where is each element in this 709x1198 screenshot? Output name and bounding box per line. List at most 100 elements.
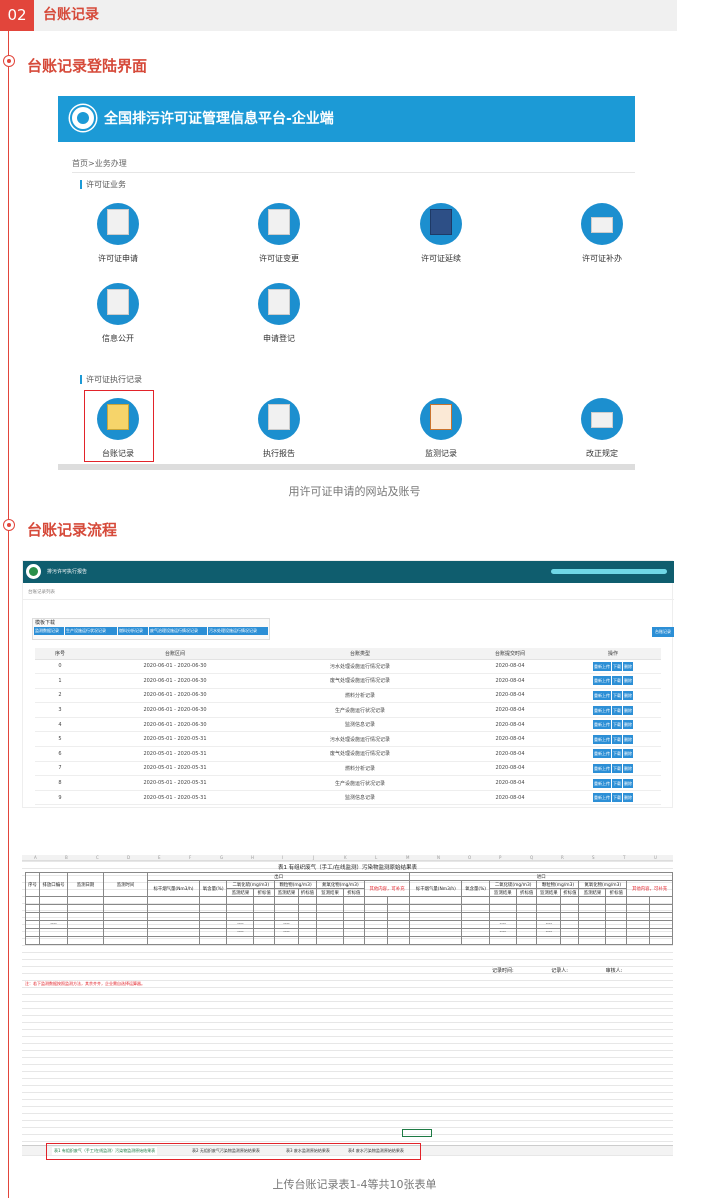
sheet-cell[interactable]: [198, 904, 228, 913]
license-change-icon[interactable]: [258, 203, 300, 245]
info-public-label[interactable]: 信息公开: [78, 333, 158, 344]
sheet-cell[interactable]: [578, 936, 607, 945]
op-button[interactable]: 重新上传: [593, 763, 611, 773]
sheet-cell[interactable]: [253, 912, 276, 921]
sheet-cell[interactable]: [409, 920, 463, 929]
op-button[interactable]: 删除: [623, 793, 633, 803]
sheet-cell[interactable]: [461, 936, 490, 945]
sheet-cell[interactable]: [198, 936, 228, 945]
sheet-cell[interactable]: [409, 928, 463, 937]
sheet-cell[interactable]: [316, 936, 345, 945]
sheet-cell[interactable]: [343, 920, 365, 929]
sheet-cell[interactable]: [226, 904, 255, 913]
op-button[interactable]: 重新上传: [593, 676, 611, 686]
sheet-cell[interactable]: [536, 904, 562, 913]
op-button[interactable]: 重新上传: [593, 690, 611, 700]
sheet-cell[interactable]: [253, 936, 276, 945]
sheet-cell[interactable]: [605, 904, 628, 913]
sheet-cell[interactable]: [103, 896, 148, 905]
sheet-cell[interactable]: [578, 912, 607, 921]
sheet-cell[interactable]: [626, 896, 650, 905]
op-button[interactable]: 下载: [612, 763, 622, 773]
sheet-cell[interactable]: [103, 920, 148, 929]
sheet-cell[interactable]: [461, 920, 490, 929]
sheet-cell[interactable]: [25, 912, 40, 921]
sheet-cell[interactable]: [386, 912, 411, 921]
op-button[interactable]: 重新上传: [593, 720, 611, 730]
sheet-cell[interactable]: [253, 920, 276, 929]
sheet-cell[interactable]: [274, 912, 299, 921]
sheet-cell[interactable]: [316, 928, 345, 937]
exec-report-icon[interactable]: [258, 398, 300, 440]
sheet-cell[interactable]: [39, 928, 68, 937]
sheet-cell[interactable]: [515, 928, 538, 937]
sheet-cell[interactable]: [560, 896, 580, 905]
sheet-cell[interactable]: [39, 904, 68, 913]
op-button[interactable]: 下载: [612, 690, 622, 700]
selected-cell[interactable]: [402, 1129, 432, 1137]
sheet-cell[interactable]: [343, 896, 365, 905]
sheet-cell[interactable]: [25, 920, 40, 929]
sheet-cell[interactable]: [297, 928, 318, 937]
sheet-cell[interactable]: [274, 896, 299, 905]
sheet-cell[interactable]: [67, 904, 104, 913]
op-button[interactable]: 下载: [612, 793, 622, 803]
ledger-record-button[interactable]: 台账记录: [652, 627, 674, 637]
sheet-cell[interactable]: [39, 912, 68, 921]
sheet-cell[interactable]: [67, 896, 104, 905]
monitor-record-icon[interactable]: [420, 398, 462, 440]
license-change-label[interactable]: 许可证变更: [239, 253, 319, 264]
sheet-cell[interactable]: [316, 920, 345, 929]
sheet-cell[interactable]: [25, 904, 40, 913]
sheet-cell[interactable]: [198, 912, 228, 921]
sheet-cell[interactable]: ----: [536, 928, 562, 937]
sheet-cell[interactable]: [515, 904, 538, 913]
sheet-cell[interactable]: [626, 936, 650, 945]
sheet-cell[interactable]: [147, 904, 200, 913]
sheet-cell[interactable]: [648, 920, 674, 929]
sheet-cell[interactable]: [536, 936, 562, 945]
op-button[interactable]: 下载: [612, 661, 622, 671]
sheet-cell[interactable]: [515, 896, 538, 905]
op-button[interactable]: 下载: [612, 720, 622, 730]
sheet-cell[interactable]: [316, 912, 345, 921]
sheet-cell[interactable]: [578, 896, 607, 905]
sheet-cell[interactable]: [560, 904, 580, 913]
op-button[interactable]: 重新上传: [593, 793, 611, 803]
op-button[interactable]: 删除: [623, 763, 633, 773]
sheet-cell[interactable]: [578, 904, 607, 913]
template-button[interactable]: 生产设施运行状况记录: [65, 627, 117, 635]
sheet-cell[interactable]: [515, 920, 538, 929]
sheet-cell[interactable]: [560, 936, 580, 945]
sheet-cell[interactable]: [605, 896, 628, 905]
monitor-record-label[interactable]: 监测记录: [401, 448, 481, 459]
sheet-cell[interactable]: [560, 912, 580, 921]
template-button[interactable]: 污水处理设施运行情况记录: [208, 627, 268, 635]
sheet-cell[interactable]: [226, 912, 255, 921]
op-button[interactable]: 删除: [623, 749, 633, 759]
sheet-cell[interactable]: [67, 936, 104, 945]
sheet-cell[interactable]: [343, 912, 365, 921]
license-reissue-label[interactable]: 许可证补办: [562, 253, 642, 264]
sheet-cell[interactable]: [461, 904, 490, 913]
apply-register-label[interactable]: 申请登记: [239, 333, 319, 344]
op-button[interactable]: 删除: [623, 661, 633, 671]
sheet-cell[interactable]: [274, 904, 299, 913]
sheet-cell[interactable]: [67, 928, 104, 937]
sheet-cell[interactable]: [386, 936, 411, 945]
sheet-cell[interactable]: [297, 904, 318, 913]
sheet-cell[interactable]: [578, 920, 607, 929]
sheet-cell[interactable]: [147, 936, 200, 945]
op-button[interactable]: 删除: [623, 690, 633, 700]
correction-icon[interactable]: [581, 398, 623, 440]
sheet-cell[interactable]: [147, 920, 200, 929]
sheet-cell[interactable]: [626, 912, 650, 921]
sheet-cell[interactable]: [461, 928, 490, 937]
template-button[interactable]: 废气治理设施运行情况记录: [149, 627, 207, 635]
sheet-cell[interactable]: [578, 928, 607, 937]
sheet-cell[interactable]: [67, 912, 104, 921]
op-button[interactable]: 重新上传: [593, 705, 611, 715]
sheet-cell[interactable]: [536, 912, 562, 921]
sheet-cell[interactable]: [226, 936, 255, 945]
license-apply-label[interactable]: 许可证申请: [78, 253, 158, 264]
